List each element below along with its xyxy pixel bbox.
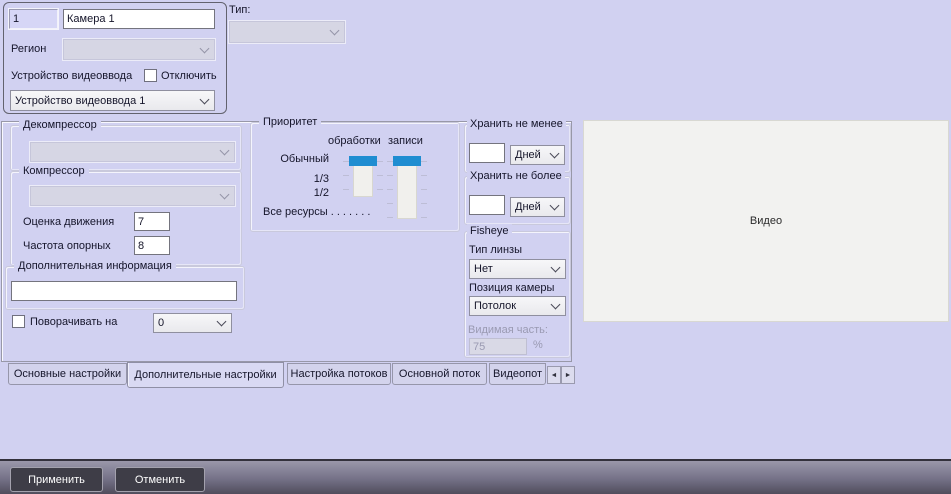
storage-max-unit-select[interactable]: Дней [510, 197, 565, 217]
chevron-down-icon [200, 43, 210, 53]
chevron-down-icon [330, 26, 340, 36]
slider-tick [387, 217, 393, 218]
keyframe-rate-field[interactable] [134, 236, 170, 255]
recording-priority-slider-track[interactable] [397, 157, 417, 219]
chevron-down-icon [220, 146, 230, 156]
tab-basic-settings[interactable]: Основные настройки [8, 363, 127, 385]
storage-max-label: Хранить не более [467, 169, 565, 183]
fisheye-label: Fisheye [467, 224, 512, 238]
disable-checkbox[interactable] [144, 69, 157, 82]
motion-estimation-field[interactable] [134, 212, 170, 231]
slider-tick [377, 189, 383, 190]
video-device-select-value: Устройство видеоввода 1 [15, 95, 197, 107]
type-label: Тип: [229, 4, 250, 17]
motion-estimation-label: Оценка движения [23, 216, 114, 229]
visible-part-field [469, 338, 527, 355]
type-select [229, 21, 345, 43]
slider-tick [343, 189, 349, 190]
camera-identity-group: Регион Устройство видеоввода Отключить У… [3, 2, 227, 114]
chevron-down-icon [550, 201, 560, 211]
camera-position-value: Потолок [474, 300, 548, 312]
apply-button[interactable]: Применить [10, 467, 103, 492]
storage-max-group: Хранить не более Дней [464, 176, 571, 225]
rotate-checkbox[interactable] [12, 315, 25, 328]
rotate-angle-select-value: 0 [158, 317, 214, 329]
lens-type-label: Тип линзы [469, 244, 522, 257]
tab-stream-settings[interactable]: Настройка потоков [287, 363, 391, 385]
compressor-label: Компрессор [19, 164, 89, 178]
slider-tick [421, 217, 427, 218]
slider-tick [387, 175, 393, 176]
priority-row-all-resources-label: Все ресурсы . . . . . . . [263, 206, 370, 219]
storage-max-unit-value: Дней [515, 201, 547, 213]
compressor-select [30, 186, 235, 206]
chevron-down-icon [551, 263, 561, 273]
slider-tick [387, 189, 393, 190]
priority-row-half-label: 1/2 [251, 187, 329, 200]
recording-priority-slider-thumb[interactable] [393, 156, 421, 166]
chevron-down-icon [550, 149, 560, 159]
tab-video-stream[interactable]: Видеопот [489, 363, 546, 385]
decompressor-label: Декомпрессор [19, 118, 101, 132]
percent-label: % [533, 339, 543, 352]
chevron-down-icon [220, 190, 230, 200]
storage-min-group: Хранить не менее Дней [464, 124, 571, 173]
lens-type-select[interactable]: Нет [469, 259, 566, 279]
storage-min-label: Хранить не менее [467, 117, 566, 131]
priority-label: Приоритет [259, 115, 321, 129]
lens-type-value: Нет [474, 263, 548, 275]
tab-additional-settings[interactable]: Дополнительные настройки [127, 362, 284, 388]
chevron-down-icon [551, 300, 561, 310]
slider-tick [421, 175, 427, 176]
extra-info-label: Дополнительная информация [14, 259, 176, 273]
camera-position-select[interactable]: Потолок [469, 296, 566, 316]
cancel-button[interactable]: Отменить [115, 467, 205, 492]
chevron-down-icon [200, 94, 210, 104]
tab-main-stream[interactable]: Основной поток [392, 363, 487, 385]
camera-name-field[interactable] [63, 9, 215, 29]
region-select [63, 39, 215, 60]
tab-scroll-right-button[interactable]: ► [561, 366, 575, 384]
slider-tick [421, 161, 427, 162]
compressor-group: Компрессор Оценка движения Частота опорн… [10, 171, 242, 266]
extra-info-field[interactable] [11, 281, 237, 301]
priority-col-processing-label: обработки [328, 135, 381, 148]
priority-row-third-label: 1/3 [251, 173, 329, 186]
priority-col-recording-label: записи [388, 135, 423, 148]
slider-tick [377, 175, 383, 176]
rotate-label: Поворачивать на [30, 316, 117, 329]
processing-priority-slider-thumb[interactable] [349, 156, 377, 166]
left-arrow-icon: ◄ [551, 372, 558, 379]
slider-tick [387, 203, 393, 204]
chevron-down-icon [217, 317, 227, 327]
video-preview-panel: Видео [583, 120, 949, 322]
visible-part-label: Видимая часть: [468, 324, 548, 337]
slider-tick [421, 203, 427, 204]
storage-min-field[interactable] [469, 143, 505, 163]
storage-max-field[interactable] [469, 195, 505, 215]
storage-min-unit-select[interactable]: Дней [510, 145, 565, 165]
slider-tick [377, 161, 383, 162]
disable-checkbox-label: Отключить [161, 70, 217, 83]
tab-scroll-left-button[interactable]: ◄ [547, 366, 561, 384]
camera-settings-window: Регион Устройство видеоввода Отключить У… [0, 0, 951, 494]
fisheye-group: Fisheye Тип линзы Нет Позиция камеры Пот… [464, 231, 571, 358]
keyframe-rate-label: Частота опорных [23, 240, 111, 253]
slider-tick [421, 189, 427, 190]
video-device-label: Устройство видеоввода [11, 70, 132, 83]
storage-min-unit-value: Дней [515, 149, 547, 161]
priority-row-normal-label: Обычный [251, 153, 329, 166]
video-device-select[interactable]: Устройство видеоввода 1 [10, 90, 215, 111]
priority-group: Приоритет обработки записи Обычный 1/3 1… [250, 122, 460, 232]
slider-tick [343, 175, 349, 176]
rotate-angle-select[interactable]: 0 [153, 313, 232, 333]
decompressor-select [30, 142, 235, 162]
camera-id-field[interactable] [9, 9, 58, 29]
right-arrow-icon: ► [565, 372, 572, 379]
region-label: Регион [11, 43, 46, 56]
camera-position-label: Позиция камеры [469, 282, 554, 295]
video-preview-label: Видео [750, 215, 782, 227]
extra-info-group: Дополнительная информация [5, 266, 245, 310]
